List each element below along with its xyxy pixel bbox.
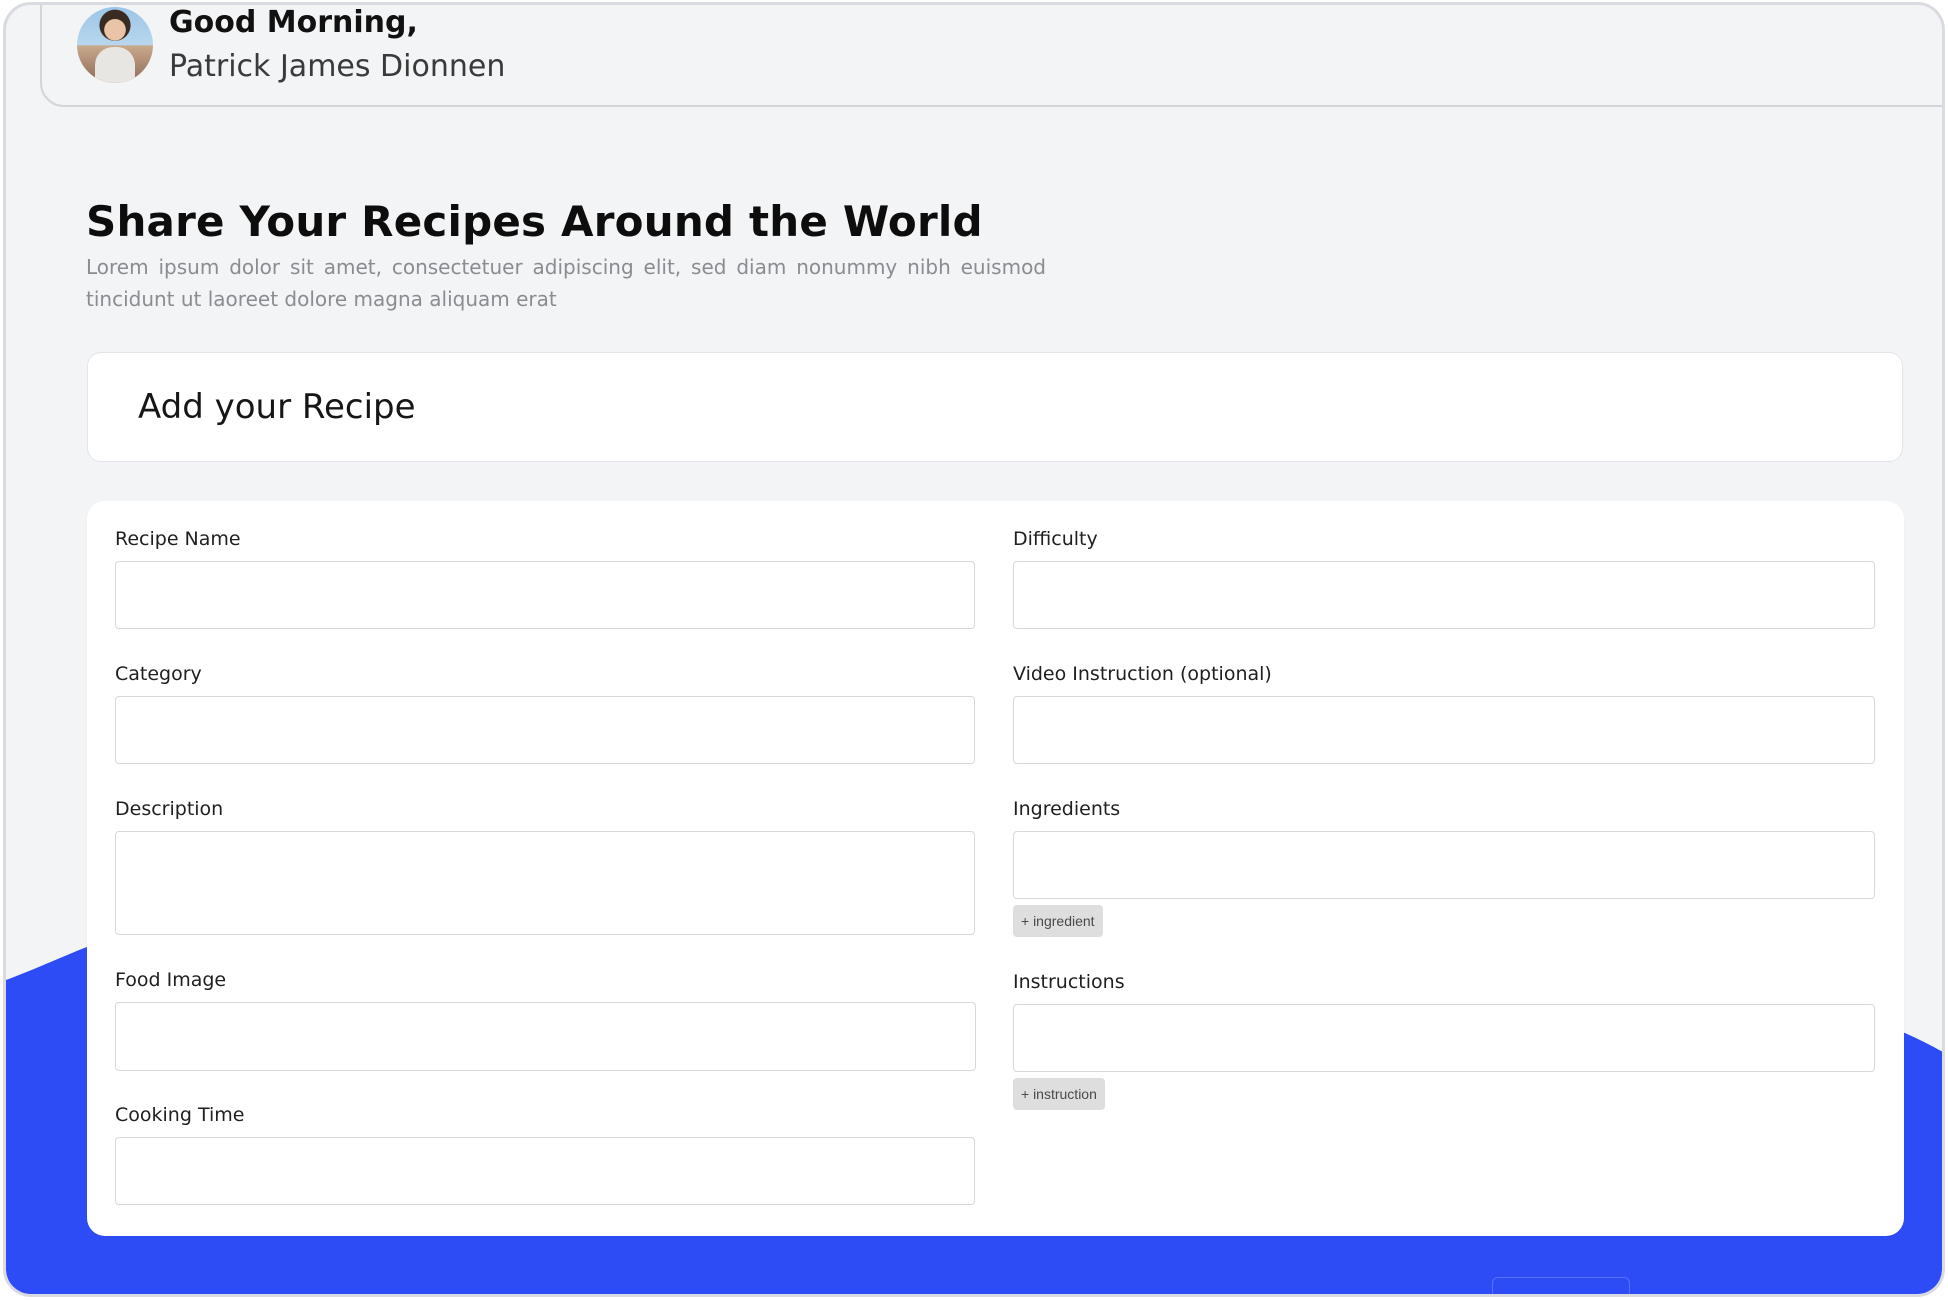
- cooking-time-label: Cooking Time: [115, 1104, 245, 1126]
- video-instruction-input[interactable]: [1013, 696, 1875, 764]
- page-title: Share Your Recipes Around the World: [86, 197, 983, 246]
- recipe-name-label: Recipe Name: [115, 528, 241, 550]
- description-textarea[interactable]: [115, 831, 975, 935]
- add-instruction-button[interactable]: + instruction: [1013, 1078, 1105, 1110]
- ingredients-label: Ingredients: [1013, 798, 1121, 820]
- difficulty-input[interactable]: [1013, 561, 1875, 629]
- food-image-input[interactable]: [115, 1002, 976, 1071]
- description-label: Description: [115, 798, 224, 820]
- difficulty-label: Difficulty: [1013, 528, 1098, 550]
- user-avatar[interactable]: [77, 7, 153, 83]
- submit-button-partial[interactable]: [1492, 1277, 1630, 1294]
- app-frame: Good Morning, Patrick James Dionnen Shar…: [3, 2, 1945, 1297]
- instructions-label: Instructions: [1013, 971, 1125, 993]
- instructions-input[interactable]: [1013, 1004, 1875, 1072]
- category-input[interactable]: [115, 696, 975, 764]
- add-recipe-title: Add your Recipe: [138, 387, 416, 427]
- page-description: Lorem ipsum dolor sit amet, consectetuer…: [86, 255, 1046, 311]
- ingredients-input[interactable]: [1013, 831, 1875, 899]
- add-ingredient-button[interactable]: + ingredient: [1013, 905, 1103, 937]
- category-label: Category: [115, 663, 202, 685]
- add-recipe-header-card: Add your Recipe: [87, 352, 1903, 462]
- cooking-time-input[interactable]: [115, 1137, 975, 1205]
- food-image-label: Food Image: [115, 969, 227, 991]
- user-name: Patrick James Dionnen: [169, 49, 506, 84]
- recipe-form-card: Recipe Name Category Description Food Im…: [87, 501, 1904, 1236]
- greeting-text: Good Morning,: [169, 5, 418, 40]
- video-instruction-label: Video Instruction (optional): [1013, 663, 1272, 685]
- recipe-name-input[interactable]: [115, 561, 975, 629]
